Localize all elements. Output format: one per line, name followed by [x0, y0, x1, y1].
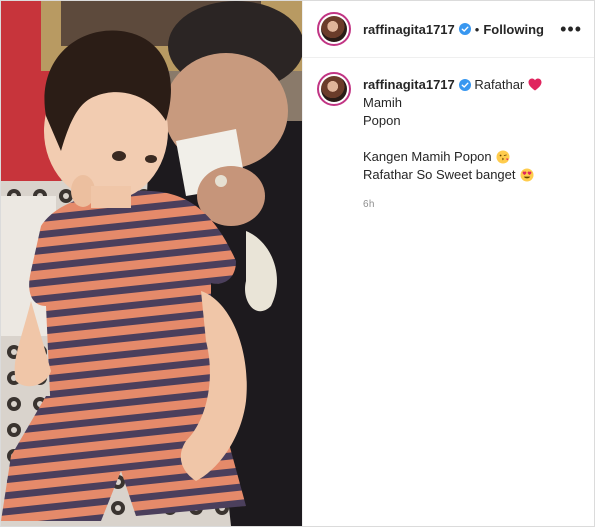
post-photo[interactable] — [1, 1, 302, 526]
following-button[interactable]: Following — [483, 22, 544, 37]
post-header: raffinagita1717 • Following ••• — [303, 1, 594, 58]
caption-username[interactable]: raffinagita1717 — [363, 77, 455, 92]
caption-body: raffinagita1717 Rafathar Mamih Popon Kang… — [363, 76, 582, 214]
header-username[interactable]: raffinagita1717 — [363, 22, 455, 37]
heart-eyes-emoji-icon — [520, 168, 533, 182]
verified-badge-icon — [458, 23, 471, 35]
post-photo-illustration — [1, 1, 302, 526]
red-heart-emoji-icon — [528, 78, 542, 91]
header-separator: • — [474, 21, 480, 37]
author-avatar[interactable] — [317, 12, 351, 46]
caption-comment: raffinagita1717 Rafathar Mamih Popon Kang… — [303, 58, 594, 214]
post-timestamp[interactable]: 6h — [363, 196, 582, 214]
caption-text-sweet: Rafathar So Sweet banget — [363, 167, 516, 182]
caption-text-mamih: Mamih — [363, 95, 403, 110]
avatar-image — [321, 76, 347, 102]
caption-line-4: Rafathar So Sweet banget — [363, 166, 582, 184]
more-options-icon[interactable]: ••• — [560, 20, 582, 38]
caption-line-2: Popon — [363, 113, 401, 128]
caption-author-avatar[interactable] — [317, 72, 351, 106]
instagram-post: raffinagita1717 • Following ••• raffinag… — [0, 0, 595, 527]
caption-text-rafathar: Rafathar — [474, 77, 525, 92]
caption-line-3: Kangen Mamih Popon — [363, 148, 582, 166]
verified-badge-icon — [458, 79, 471, 91]
caption-line-1: raffinagita1717 Rafathar Mamih — [363, 76, 582, 112]
face-blowing-kiss-emoji-icon — [496, 150, 510, 164]
caption-text-kangen: Kangen Mamih Popon — [363, 149, 492, 164]
post-sidebar: raffinagita1717 • Following ••• raffinag… — [302, 1, 594, 526]
avatar-image — [321, 16, 347, 42]
